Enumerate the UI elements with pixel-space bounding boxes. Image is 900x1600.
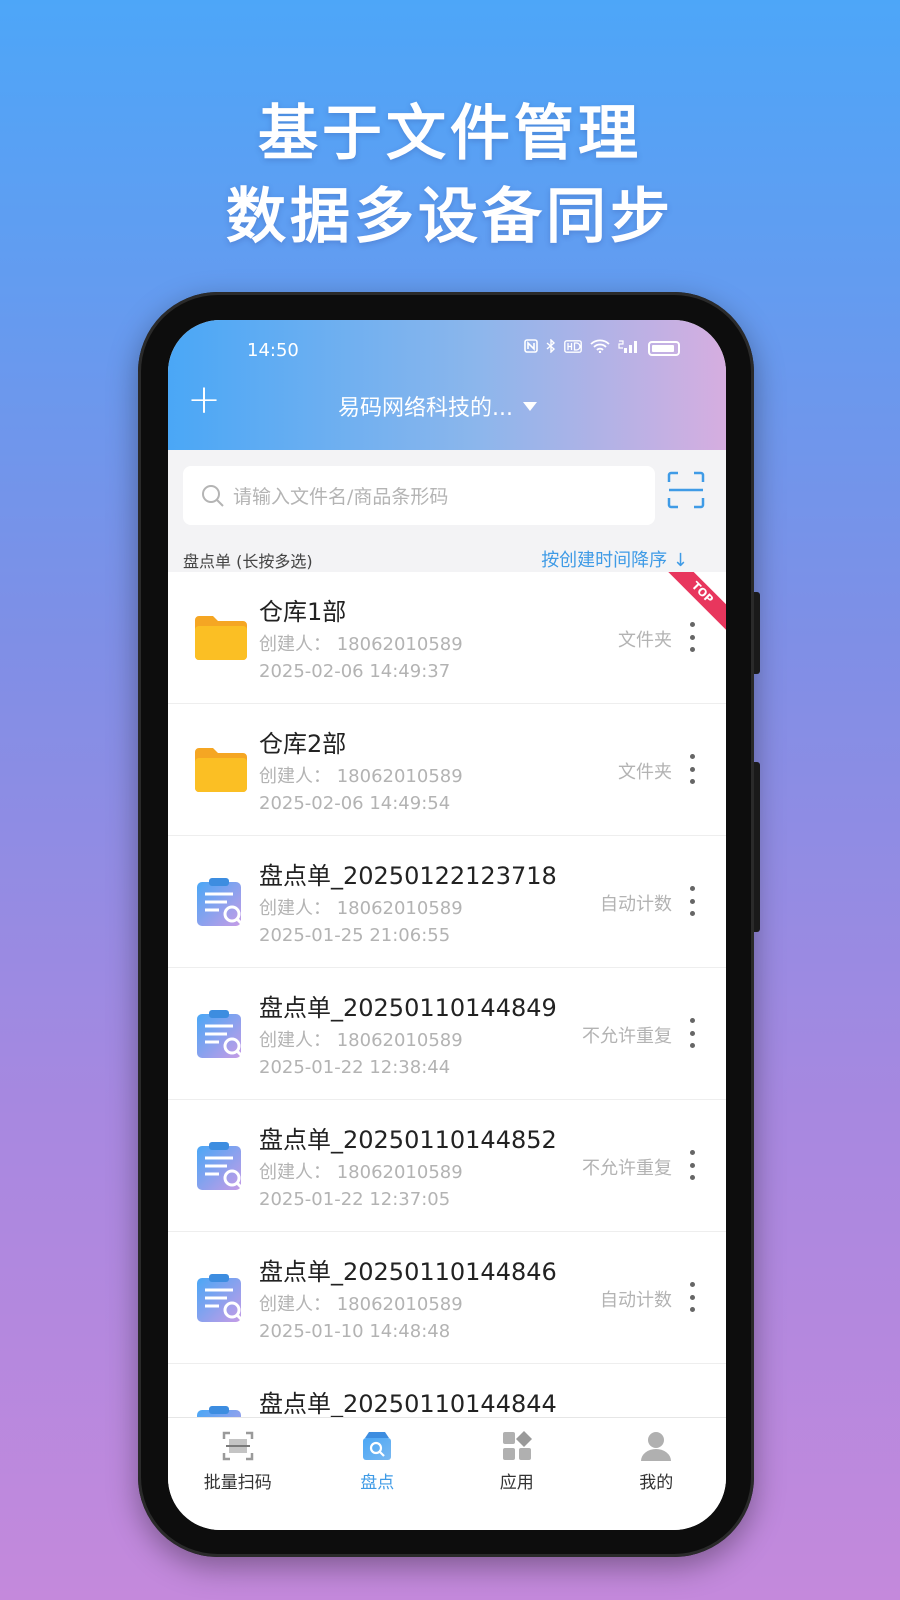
tab-label: 盘点 bbox=[360, 1473, 395, 1493]
scan-icon[interactable] bbox=[666, 470, 706, 510]
list-item[interactable]: 盘点单_20250110144852 创建人： 18062010589 2025… bbox=[168, 1100, 726, 1232]
list-item[interactable]: 仓库2部 创建人： 18062010589 2025-02-06 14:49:5… bbox=[168, 704, 726, 836]
item-type-tag: 文件夹 bbox=[618, 762, 672, 783]
more-icon[interactable] bbox=[688, 1018, 696, 1048]
tab-label: 我的 bbox=[639, 1473, 674, 1493]
more-icon[interactable] bbox=[688, 1282, 696, 1312]
item-title: 仓库1部 bbox=[259, 598, 347, 626]
status-time: 14:50 bbox=[247, 340, 299, 361]
item-title: 盘点单_20250110144846 bbox=[259, 1258, 557, 1286]
hd-icon bbox=[564, 339, 582, 357]
item-creator: 创建人： 18062010589 bbox=[259, 1162, 463, 1183]
user-icon bbox=[641, 1432, 672, 1461]
list-item[interactable]: 盘点单_20250110144844 bbox=[168, 1364, 726, 1417]
top-badge: TOP bbox=[666, 572, 726, 632]
wifi-icon bbox=[590, 339, 610, 357]
list-item[interactable]: 仓库1部 创建人： 18062010589 2025-02-06 14:49:3… bbox=[168, 572, 726, 704]
tab-label: 应用 bbox=[499, 1473, 534, 1493]
status-icons bbox=[524, 338, 680, 357]
item-title: 盘点单_20250110144844 bbox=[259, 1390, 557, 1417]
item-time: 2025-02-06 14:49:54 bbox=[259, 793, 451, 814]
inventory-sheet-icon bbox=[197, 878, 244, 926]
tab-label: 批量扫码 bbox=[203, 1473, 272, 1493]
folder-icon bbox=[195, 748, 247, 792]
item-creator: 创建人： 18062010589 bbox=[259, 898, 463, 919]
app-screen: 14:50 + 易码网络科技的... 请输入文件名/商品条形码 盘点单 (长按多… bbox=[168, 320, 726, 1530]
tab-batch-scan[interactable]: 批量扫码 bbox=[168, 1418, 308, 1530]
search-icon bbox=[202, 484, 224, 507]
tab-inventory[interactable]: 盘点 bbox=[308, 1418, 448, 1530]
file-list: 仓库1部 创建人： 18062010589 2025-02-06 14:49:3… bbox=[168, 572, 726, 1417]
apps-grid-icon bbox=[502, 1431, 532, 1460]
more-icon[interactable] bbox=[688, 754, 696, 784]
folder-icon bbox=[195, 616, 247, 660]
inventory-sheet-icon bbox=[197, 1274, 244, 1322]
item-type-tag: 不允许重复 bbox=[582, 1158, 672, 1179]
list-item[interactable]: 盘点单_20250110144849 创建人： 18062010589 2025… bbox=[168, 968, 726, 1100]
inventory-sheet-icon bbox=[197, 1406, 241, 1417]
tab-apps[interactable]: 应用 bbox=[447, 1418, 587, 1530]
app-header: 14:50 + 易码网络科技的... bbox=[168, 320, 726, 450]
item-title: 盘点单_20250110144852 bbox=[259, 1126, 557, 1154]
item-title: 盘点单_20250122123718 bbox=[259, 862, 557, 890]
org-selector[interactable]: 易码网络科技的... bbox=[338, 390, 537, 422]
caret-down-icon bbox=[522, 401, 537, 411]
more-icon[interactable] bbox=[688, 1150, 696, 1180]
battery-icon bbox=[648, 340, 680, 356]
banner-line-1: 基于文件管理 bbox=[258, 99, 642, 169]
item-creator: 创建人： 18062010589 bbox=[259, 634, 463, 655]
tab-me[interactable]: 我的 bbox=[587, 1418, 727, 1530]
5g-signal-icon bbox=[618, 339, 640, 357]
item-type-tag: 不允许重复 bbox=[582, 1026, 672, 1047]
bottom-tab-bar: 批量扫码 盘点 应用 我的 bbox=[168, 1417, 726, 1530]
list-item[interactable]: 盘点单_20250122123718 创建人： 18062010589 2025… bbox=[168, 836, 726, 968]
inventory-box-icon bbox=[363, 1432, 392, 1460]
scan-frame-icon bbox=[222, 1431, 253, 1461]
org-name: 易码网络科技的... bbox=[338, 396, 513, 421]
inventory-sheet-icon bbox=[197, 1010, 244, 1058]
sort-button[interactable]: 按创建时间降序 ↓ bbox=[541, 546, 688, 572]
item-creator: 创建人： 18062010589 bbox=[259, 1030, 463, 1051]
bluetooth-icon bbox=[546, 338, 556, 357]
item-time: 2025-02-06 14:49:37 bbox=[259, 661, 451, 682]
banner-line-2: 数据多设备同步 bbox=[226, 182, 674, 252]
item-creator: 创建人： 18062010589 bbox=[259, 766, 463, 787]
search-placeholder: 请输入文件名/商品条形码 bbox=[233, 486, 449, 508]
item-type-tag: 文件夹 bbox=[618, 630, 672, 651]
item-time: 2025-01-10 14:48:48 bbox=[259, 1321, 451, 1342]
more-icon[interactable] bbox=[688, 886, 696, 916]
list-item[interactable]: 盘点单_20250110144846 创建人： 18062010589 2025… bbox=[168, 1232, 726, 1364]
power-button bbox=[754, 592, 760, 674]
item-time: 2025-01-22 12:38:44 bbox=[259, 1057, 451, 1078]
item-type-tag: 自动计数 bbox=[600, 894, 672, 915]
item-creator: 创建人： 18062010589 bbox=[259, 1294, 463, 1315]
volume-button bbox=[754, 762, 760, 932]
item-time: 2025-01-25 21:06:55 bbox=[259, 925, 451, 946]
item-type-tag: 自动计数 bbox=[600, 1290, 672, 1311]
list-heading: 盘点单 (长按多选) bbox=[183, 552, 313, 571]
nfc-icon bbox=[524, 339, 538, 357]
search-input[interactable]: 请输入文件名/商品条形码 bbox=[183, 466, 655, 525]
add-button[interactable]: + bbox=[186, 380, 222, 420]
item-title: 盘点单_20250110144849 bbox=[259, 994, 557, 1022]
inventory-sheet-icon bbox=[197, 1142, 244, 1190]
item-time: 2025-01-22 12:37:05 bbox=[259, 1189, 451, 1210]
item-title: 仓库2部 bbox=[259, 730, 347, 758]
